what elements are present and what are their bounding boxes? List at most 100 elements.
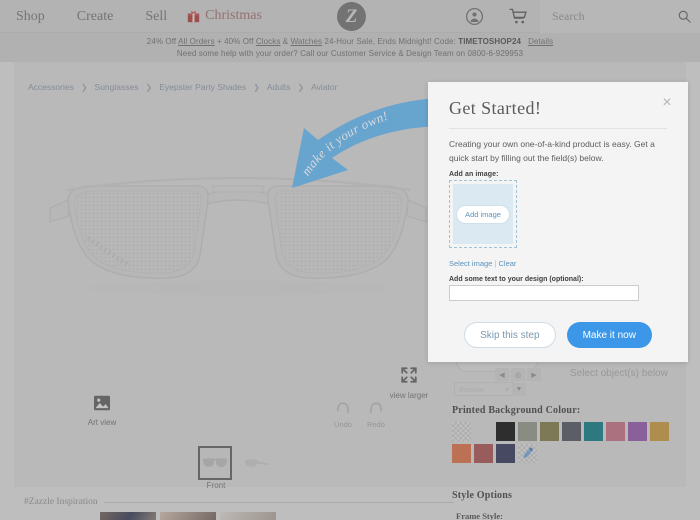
design-text-label: Add some text to your design (optional): — [449, 276, 584, 283]
object-nav-prev-button[interactable]: ◀ — [495, 368, 509, 381]
chevron-down-icon: ▾ — [505, 384, 509, 394]
swatch-slate[interactable] — [562, 422, 581, 441]
sunglasses-front-thumb-icon — [202, 458, 228, 467]
swatch-olive[interactable] — [540, 422, 559, 441]
thumbnail-front[interactable] — [198, 446, 232, 480]
swatch-sage[interactable] — [518, 422, 537, 441]
nav-christmas-label: Christmas — [205, 8, 262, 23]
promo-text-a: 24% Off — [146, 37, 179, 46]
promo-link-all-orders[interactable]: All Orders — [178, 37, 215, 46]
select-image-link[interactable]: Select image — [449, 259, 492, 268]
add-image-button[interactable]: Add image — [456, 204, 510, 224]
zazzle-inspiration-title: #Zazzle Inspiration — [24, 497, 98, 507]
swatch-rose[interactable] — [606, 422, 625, 441]
font-select[interactable]: Browse ▾ — [454, 382, 514, 396]
printed-background-colour-title: Printed Background Colour: — [452, 405, 581, 416]
image-icon — [94, 395, 110, 411]
breadcrumb-item-aviator[interactable]: Aviator — [311, 82, 337, 92]
thumbnail-side[interactable] — [240, 446, 274, 480]
promo-text-d: 24-Hour Sale, Ends Midnight! Code: — [322, 37, 459, 46]
redo-icon — [369, 402, 383, 414]
cart-button[interactable] — [496, 0, 540, 33]
modal-action-buttons: Skip this step Make it now — [428, 322, 688, 348]
add-image-label: Add an image: — [449, 171, 499, 178]
breadcrumb-separator-icon: ❯ — [145, 82, 153, 92]
thumbnail-front-label: Front — [206, 481, 226, 490]
promo-text-c: & — [280, 37, 291, 46]
make-it-now-button[interactable]: Make it now — [566, 322, 652, 348]
promo-text-b: + 40% Off — [214, 37, 256, 46]
style-options-section: Style Options Frame Style: — [452, 490, 687, 520]
clear-link[interactable]: Clear — [498, 259, 516, 268]
account-button[interactable] — [452, 0, 496, 33]
eyedropper-swatch-button[interactable] — [518, 444, 537, 463]
image-dropzone[interactable]: Add image — [449, 180, 517, 248]
view-larger-button[interactable]: view larger — [385, 366, 433, 400]
search-icon[interactable] — [677, 9, 692, 24]
skip-this-step-button[interactable]: Skip this step — [464, 322, 556, 348]
zazzle-logo[interactable]: Z — [337, 2, 366, 31]
swatch-transparent[interactable] — [452, 422, 471, 441]
background-colour-swatches — [452, 422, 677, 463]
promo-link-watches[interactable]: Watches — [291, 37, 323, 46]
swatch-black[interactable] — [496, 422, 515, 441]
search-input[interactable] — [552, 9, 670, 24]
swatch-spacer — [474, 422, 493, 441]
swatch-gold[interactable] — [650, 422, 669, 441]
swatch-orange[interactable] — [452, 444, 471, 463]
swatch-teal[interactable] — [584, 422, 603, 441]
product-preview-sunglasses[interactable] — [48, 160, 428, 310]
select-clear-links: Select image | Clear — [449, 259, 516, 268]
promo-link-clocks[interactable]: Clocks — [256, 37, 281, 46]
image-dropzone-inner: Add image — [453, 184, 513, 244]
modal-description: Creating your own one-of-a-kind product … — [449, 139, 655, 163]
sunglasses-illustration — [49, 176, 427, 295]
search-box[interactable] — [540, 0, 700, 33]
account-icon — [465, 7, 483, 26]
breadcrumb-item-adults[interactable]: Adults — [267, 82, 291, 92]
expand-icon — [401, 367, 417, 383]
top-navigation-bar: Shop Create Sell Christmas Z — [0, 0, 700, 33]
object-nav-next-button[interactable]: ▶ — [527, 368, 541, 381]
nav-sell[interactable]: Sell — [129, 0, 183, 33]
close-icon[interactable]: × — [658, 94, 676, 112]
swatch-brick[interactable] — [474, 444, 493, 463]
promo-line-2: Need some help with your order? Call our… — [176, 49, 524, 58]
sunglasses-side-thumb-icon — [244, 458, 269, 467]
redo-label: Redo — [367, 420, 385, 429]
art-view-button[interactable]: Art view — [80, 395, 124, 427]
undo-label: Undo — [334, 420, 352, 429]
object-nav-down-button[interactable]: ▼ — [512, 383, 526, 396]
inspiration-thumb[interactable] — [220, 512, 276, 520]
breadcrumb-separator-icon: ❯ — [80, 82, 88, 92]
inspiration-thumb[interactable] — [160, 512, 216, 520]
nav-shop[interactable]: Shop — [0, 0, 61, 33]
modal-title: Get Started! — [449, 98, 542, 118]
breadcrumb-item-eyepster-party-shades[interactable]: Eyepster Party Shades — [159, 82, 246, 92]
object-nav-controls: ◀ ◎ ▶ — [495, 368, 541, 381]
object-nav-center-button[interactable]: ◎ — [511, 368, 525, 381]
breadcrumb-item-accessories[interactable]: Accessories — [28, 82, 74, 92]
inspiration-thumb[interactable] — [100, 512, 156, 520]
printed-background-colour-section: Printed Background Colour: — [452, 405, 687, 463]
promo-banner: 24% Off All Orders + 40% Off Clocks & Wa… — [0, 33, 700, 62]
swatch-navy[interactable] — [496, 444, 515, 463]
nav-christmas[interactable]: Christmas — [183, 8, 272, 24]
select-objects-hint: Select object(s) below — [570, 368, 668, 379]
redo-button[interactable]: Redo — [358, 400, 394, 429]
get-started-modal: Get Started! × Creating your own one-of-… — [428, 82, 688, 362]
swatch-purple[interactable] — [628, 422, 647, 441]
style-options-title: Style Options — [452, 490, 513, 501]
breadcrumb-separator-icon: ❯ — [297, 82, 305, 92]
nav-create[interactable]: Create — [61, 0, 130, 33]
promo-link-details[interactable]: Details — [528, 37, 553, 46]
nav-right-group — [452, 0, 700, 33]
modal-divider — [449, 128, 667, 129]
eyedropper-icon — [523, 447, 533, 459]
inspiration-divider — [103, 501, 454, 503]
breadcrumb-item-sunglasses[interactable]: Sunglasses — [95, 82, 139, 92]
promo-code: TIMETOSHOP24 — [458, 37, 522, 46]
design-text-input[interactable] — [449, 285, 639, 301]
undo-icon — [336, 402, 350, 414]
undo-button[interactable]: Undo — [325, 400, 361, 429]
